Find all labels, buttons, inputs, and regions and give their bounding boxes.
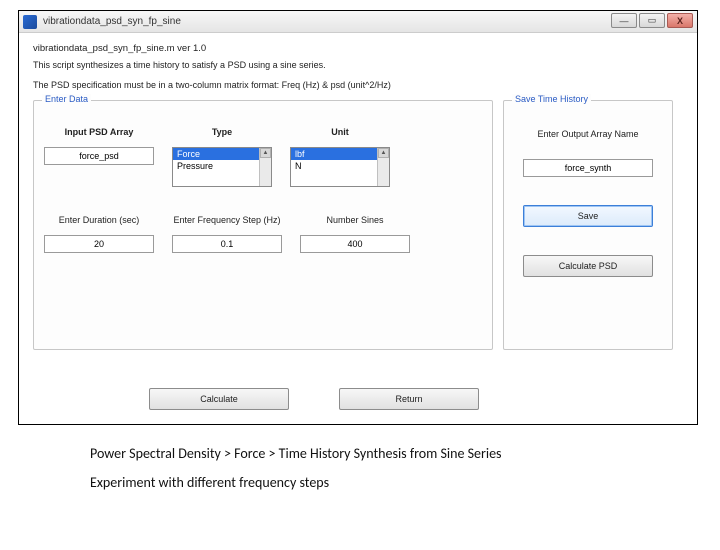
close-button[interactable]: X <box>667 13 693 28</box>
numsines-field[interactable] <box>300 235 410 253</box>
freqstep-label: Enter Frequency Step (Hz) <box>173 215 280 225</box>
type-col: Type Force Pressure ▲ <box>172 127 272 187</box>
window-title: vibrationdata_psd_syn_fp_sine <box>43 16 181 27</box>
save-button[interactable]: Save <box>523 205 653 227</box>
window-controls: — ▭ X <box>611 13 693 28</box>
description-1: This script synthesizes a time history t… <box>33 60 683 70</box>
unit-label: Unit <box>331 127 349 137</box>
script-filename: vibrationdata_psd_syn_fp_sine.m ver 1.0 <box>33 43 683 54</box>
return-button[interactable]: Return <box>339 388 479 410</box>
numsines-col: Number Sines <box>300 215 410 253</box>
maximize-button[interactable]: ▭ <box>639 13 665 28</box>
client-area: vibrationdata_psd_syn_fp_sine.m ver 1.0 … <box>19 33 697 424</box>
input-psd-label: Input PSD Array <box>65 127 134 137</box>
caption-breadcrumb: Power Spectral Density > Force > Time Hi… <box>90 445 720 462</box>
freqstep-field[interactable] <box>172 235 282 253</box>
input-psd-col: Input PSD Array <box>44 127 154 187</box>
app-icon <box>23 15 37 29</box>
row-inputs-top: Input PSD Array Type Force Pressure ▲ <box>44 127 482 187</box>
type-option-pressure[interactable]: Pressure <box>173 160 271 172</box>
save-legend: Save Time History <box>512 94 591 104</box>
scroll-up-icon[interactable]: ▲ <box>260 148 271 158</box>
freqstep-col: Enter Frequency Step (Hz) <box>172 215 282 253</box>
unit-option-n[interactable]: N <box>291 160 389 172</box>
unit-col: Unit lbf N ▲ <box>290 127 390 187</box>
duration-field[interactable] <box>44 235 154 253</box>
row-inputs-bottom: Enter Duration (sec) Enter Frequency Ste… <box>44 215 482 253</box>
type-label: Type <box>212 127 232 137</box>
numsines-label: Number Sines <box>326 215 383 225</box>
calculate-psd-button[interactable]: Calculate PSD <box>523 255 653 277</box>
scroll-up-icon[interactable]: ▲ <box>378 148 389 158</box>
input-psd-field[interactable] <box>44 147 154 165</box>
unit-listbox[interactable]: lbf N ▲ <box>290 147 390 187</box>
calculate-button[interactable]: Calculate <box>149 388 289 410</box>
enter-data-legend: Enter Data <box>42 94 91 104</box>
type-option-force[interactable]: Force <box>173 148 271 160</box>
duration-col: Enter Duration (sec) <box>44 215 154 253</box>
unit-option-lbf[interactable]: lbf <box>291 148 389 160</box>
unit-scrollbar[interactable]: ▲ <box>377 148 389 186</box>
type-listbox[interactable]: Force Pressure ▲ <box>172 147 272 187</box>
bottom-buttons: Calculate Return <box>149 388 479 410</box>
minimize-button[interactable]: — <box>611 13 637 28</box>
caption-hint: Experiment with different frequency step… <box>90 474 720 491</box>
panels: Enter Data Input PSD Array Type Force Pr… <box>33 100 683 350</box>
output-array-label: Enter Output Array Name <box>537 129 638 139</box>
duration-label: Enter Duration (sec) <box>59 215 140 225</box>
save-group: Save Time History Enter Output Array Nam… <box>503 100 673 350</box>
titlebar: vibrationdata_psd_syn_fp_sine — ▭ X <box>19 11 697 33</box>
app-window: vibrationdata_psd_syn_fp_sine — ▭ X vibr… <box>18 10 698 425</box>
type-scrollbar[interactable]: ▲ <box>259 148 271 186</box>
output-array-field[interactable] <box>523 159 653 177</box>
description-2: The PSD specification must be in a two-c… <box>33 80 683 90</box>
enter-data-group: Enter Data Input PSD Array Type Force Pr… <box>33 100 493 350</box>
